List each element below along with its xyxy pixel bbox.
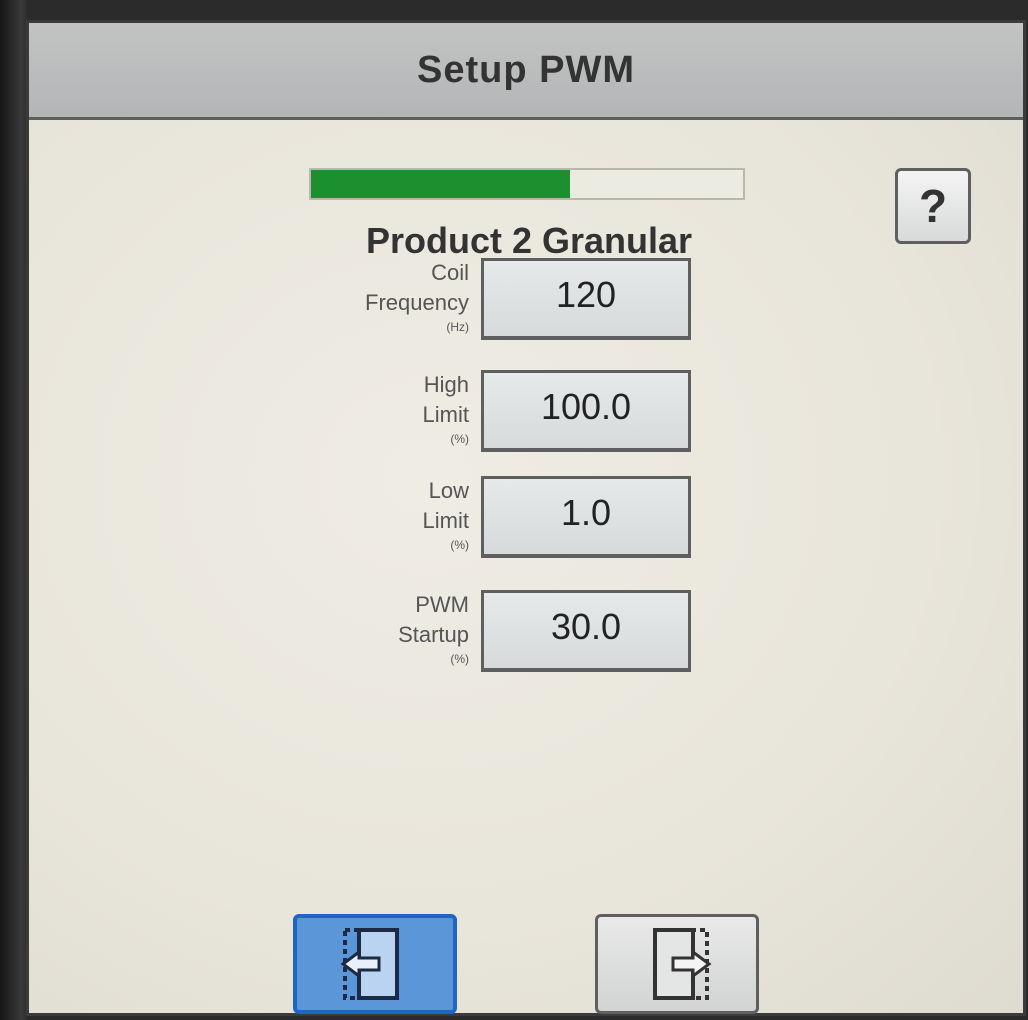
setup-panel: ? Product 2 Granular Coil Frequency (Hz)… bbox=[29, 120, 1023, 1014]
next-page-icon bbox=[653, 928, 712, 1000]
field-pwm-startup: PWM Startup (%) 30.0 bbox=[29, 590, 1028, 690]
title-bar: Setup PWM bbox=[29, 23, 1023, 120]
field-low-limit: Low Limit (%) 1.0 bbox=[29, 476, 1028, 576]
page-title: Setup PWM bbox=[417, 48, 635, 91]
pwm-startup-input[interactable]: 30.0 bbox=[481, 590, 691, 672]
coil-frequency-input[interactable]: 120 bbox=[481, 258, 691, 340]
device-bezel: Setup PWM ? Product 2 Granular Coil Freq… bbox=[0, 0, 1028, 1020]
field-coil-frequency: Coil Frequency (Hz) 120 bbox=[29, 258, 1028, 358]
field-label: PWM Startup (%) bbox=[398, 592, 469, 666]
progress-fill bbox=[311, 170, 571, 198]
product-name: Product 2 Granular bbox=[365, 220, 693, 261]
question-mark-icon: ? bbox=[918, 180, 948, 232]
unit-label: (Hz) bbox=[446, 320, 469, 334]
low-limit-input[interactable]: 1.0 bbox=[481, 476, 691, 558]
field-label: Coil Frequency (Hz) bbox=[365, 260, 469, 334]
field-label: Low Limit (%) bbox=[422, 478, 469, 552]
help-button[interactable]: ? bbox=[895, 168, 971, 244]
previous-page-button[interactable] bbox=[293, 914, 457, 1014]
field-label: High Limit (%) bbox=[422, 372, 469, 446]
next-page-button[interactable] bbox=[595, 914, 759, 1014]
setup-progress-bar bbox=[309, 168, 745, 200]
unit-label: (%) bbox=[450, 538, 469, 552]
unit-label: (%) bbox=[450, 652, 469, 666]
high-limit-input[interactable]: 100.0 bbox=[481, 370, 691, 452]
display-screen: Setup PWM ? Product 2 Granular Coil Freq… bbox=[26, 20, 1026, 1016]
field-high-limit: High Limit (%) 100.0 bbox=[29, 370, 1028, 470]
previous-page-icon bbox=[340, 928, 399, 1000]
unit-label: (%) bbox=[450, 432, 469, 446]
